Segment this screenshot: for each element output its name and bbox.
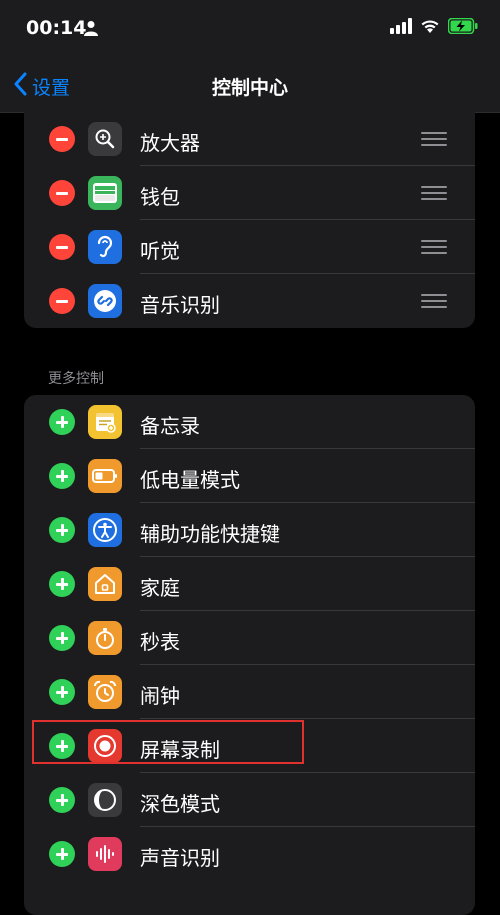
row-label: 备忘录 [140,414,200,438]
reorder-handle[interactable] [421,240,447,254]
list-item: 深色模式 [24,773,475,827]
row-label: 听觉 [140,239,180,263]
highlight-annotation [32,720,304,764]
list-item: 闹钟 [24,665,475,719]
row-label: 秒表 [140,630,180,654]
add-button[interactable] [49,409,75,435]
row-label: 钱包 [140,185,180,209]
list-item: 听觉 [24,220,475,274]
list-item: 家庭 [24,557,475,611]
alarm-icon [88,675,122,709]
cellular-signal-icon [390,18,412,38]
add-button[interactable] [49,517,75,543]
dark-mode-icon [88,783,122,817]
section-header-more-controls: 更多控制 [48,371,104,387]
ear-icon [88,230,122,264]
status-time: 00:14 [26,17,87,39]
row-label: 声音识别 [140,846,220,870]
row-label: 放大器 [140,131,200,155]
accessibility-icon [88,513,122,547]
page-title: 控制中心 [211,77,288,99]
battery-charging-icon [447,17,478,38]
remove-button[interactable] [49,180,75,206]
reorder-handle[interactable] [421,132,447,146]
navigation-bar: 设置 控制中心 [0,60,500,113]
status-bar: 00:14 [0,0,500,60]
shazam-icon [88,284,122,318]
person-icon [84,20,98,40]
add-button[interactable] [49,463,75,489]
add-button[interactable] [49,679,75,705]
list-item: 音乐识别 [24,274,475,328]
row-label: 低电量模式 [140,468,240,492]
list-item: 钱包 [24,166,475,220]
list-item: 秒表 [24,611,475,665]
remove-button[interactable] [49,288,75,314]
list-item: 声音识别 [24,827,475,881]
add-button[interactable] [49,841,75,867]
reorder-handle[interactable] [421,294,447,308]
wallet-icon [88,176,122,210]
row-label: 家庭 [140,576,180,600]
row-label: 音乐识别 [140,293,220,317]
list-item: 辅助功能快捷键 [24,503,475,557]
battery-icon [88,459,122,493]
wifi-icon [420,18,440,38]
reorder-handle[interactable] [421,186,447,200]
notes-icon [88,405,122,439]
list-item: 备忘录 [24,395,475,449]
home-icon [88,567,122,601]
add-button[interactable] [49,571,75,597]
add-button[interactable] [49,787,75,813]
stopwatch-icon [88,621,122,655]
status-indicators [390,17,478,38]
magnifier-icon [88,122,122,156]
remove-button[interactable] [49,126,75,152]
more-controls-list: 备忘录 低电量模式 辅助功能快捷键 家庭 秒表 闹钟 屏幕录制 深色模式 声音识… [24,395,475,915]
row-label: 深色模式 [140,792,220,816]
add-button[interactable] [49,625,75,651]
row-label: 闹钟 [140,684,180,708]
list-item: 低电量模式 [24,449,475,503]
included-controls-list: 放大器 钱包 听觉 音乐识别 [24,112,475,328]
remove-button[interactable] [49,234,75,260]
sound-recognition-icon [88,837,122,871]
list-item: 放大器 [24,112,475,166]
row-label: 辅助功能快捷键 [140,522,280,546]
